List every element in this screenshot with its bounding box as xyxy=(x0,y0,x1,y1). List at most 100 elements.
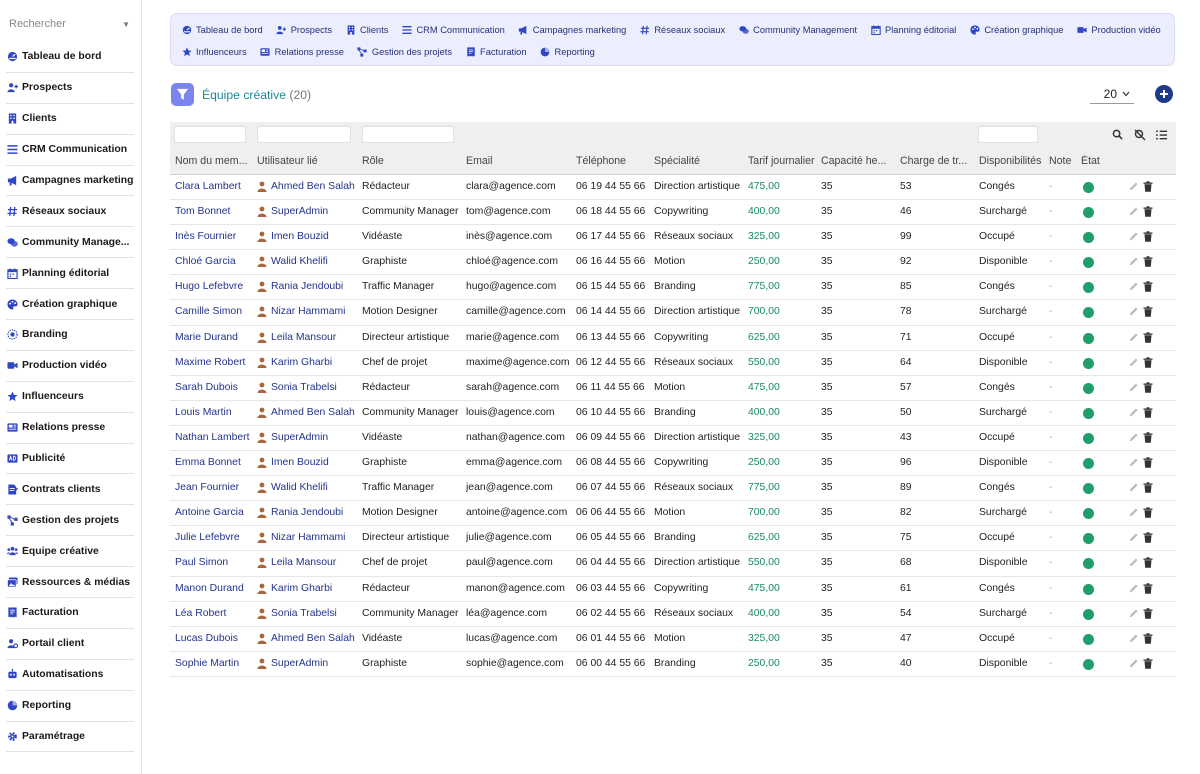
sidebar-item-21[interactable]: Reporting xyxy=(6,691,134,722)
sidebar-item-12[interactable]: Relations presse xyxy=(6,413,134,444)
list-view-icon[interactable] xyxy=(1155,128,1168,141)
sidebar-item-9[interactable]: Branding xyxy=(6,320,134,351)
edit-icon[interactable] xyxy=(1128,608,1139,619)
toolbar-link-row2-3[interactable]: Facturation xyxy=(465,47,527,58)
edit-icon[interactable] xyxy=(1128,532,1139,543)
delete-icon[interactable] xyxy=(1143,382,1154,393)
edit-icon[interactable] xyxy=(1128,332,1139,343)
column-header-daily-rate[interactable]: Tarif journalier xyxy=(748,155,818,167)
clear-search-icon[interactable] xyxy=(1133,128,1146,141)
cell-name[interactable]: Hugo Lefebvre xyxy=(175,281,250,292)
edit-icon[interactable] xyxy=(1128,407,1139,418)
toolbar-link-row1-6[interactable]: Community Management xyxy=(738,25,857,36)
cell-name[interactable]: Sarah Dubois xyxy=(175,382,250,393)
table-row[interactable]: Inès Fournier Imen Bouzid Vidéaste inès@age… xyxy=(170,225,1176,251)
column-header-email[interactable]: Email xyxy=(466,155,574,167)
table-row[interactable]: Chloé Garcia Walid Khelifi Graphiste chloé@… xyxy=(170,250,1176,276)
cell-user[interactable]: Sonia Trabelsi xyxy=(257,382,357,393)
delete-icon[interactable] xyxy=(1143,432,1154,443)
sidebar-item-3[interactable]: CRM Communication xyxy=(6,135,134,166)
column-header-user[interactable]: Utilisateur lié xyxy=(257,155,357,167)
edit-icon[interactable] xyxy=(1128,357,1139,368)
cell-name[interactable]: Camille Simon xyxy=(175,306,250,317)
toolbar-link-row1-5[interactable]: Réseaux sociaux xyxy=(639,25,725,36)
toolbar-link-row1-9[interactable]: Production vidéo xyxy=(1076,25,1161,36)
delete-icon[interactable] xyxy=(1143,331,1154,343)
sidebar-item-5[interactable]: Réseaux sociaux xyxy=(6,196,134,228)
delete-icon[interactable] xyxy=(1143,256,1154,267)
edit-icon[interactable] xyxy=(1128,633,1139,644)
edit-icon[interactable] xyxy=(1128,482,1139,493)
cell-name[interactable]: Clara Lambert xyxy=(175,181,250,192)
delete-icon[interactable] xyxy=(1143,231,1154,242)
sidebar-item-8[interactable]: Création graphique xyxy=(6,289,134,321)
edit-icon[interactable] xyxy=(1128,557,1139,568)
search-select[interactable]: Rechercher ▼ xyxy=(6,14,134,34)
toolbar-link-row1-0[interactable]: Tableau de bord xyxy=(181,25,263,36)
cell-name[interactable]: Antoine Garcia xyxy=(175,507,250,518)
add-button[interactable] xyxy=(1155,85,1173,103)
delete-icon[interactable] xyxy=(1143,482,1154,493)
column-header-state[interactable]: État xyxy=(1081,155,1107,167)
delete-icon[interactable] xyxy=(1143,607,1154,619)
cell-name[interactable]: Léa Robert xyxy=(175,608,250,619)
cell-user[interactable]: Karim Gharbi xyxy=(257,583,357,594)
cell-user[interactable]: Karim Gharbi xyxy=(257,357,357,368)
cell-name[interactable]: Sophie Martin xyxy=(175,658,250,669)
sidebar-item-7[interactable]: Planning éditorial xyxy=(6,258,134,290)
cell-name[interactable]: Julie Lefebvre xyxy=(175,532,250,543)
delete-icon[interactable] xyxy=(1143,557,1154,569)
filter-button[interactable] xyxy=(171,83,194,106)
cell-user[interactable]: Nizar Hammami xyxy=(257,532,357,544)
delete-icon[interactable] xyxy=(1143,507,1154,518)
toolbar-link-row1-8[interactable]: Création graphique xyxy=(969,25,1063,36)
column-header-note[interactable]: Note xyxy=(1049,155,1077,167)
table-row[interactable]: Sophie Martin SuperAdmin Graphiste sophie@a… xyxy=(170,652,1176,677)
cell-user[interactable]: SuperAdmin xyxy=(257,432,357,443)
edit-icon[interactable] xyxy=(1128,206,1139,217)
table-row[interactable]: Sarah Dubois Sonia Trabelsi Rédacteur sarah… xyxy=(170,376,1176,401)
sidebar-item-13[interactable]: Publicité xyxy=(6,444,134,475)
cell-name[interactable]: Inès Fournier xyxy=(175,231,250,242)
cell-name[interactable]: Tom Bonnet xyxy=(175,206,250,217)
edit-icon[interactable] xyxy=(1128,306,1139,317)
table-row[interactable]: Louis Martin Ahmed Ben Salah Community Man… xyxy=(170,401,1176,426)
delete-icon[interactable] xyxy=(1143,206,1154,217)
delete-icon[interactable] xyxy=(1143,281,1154,293)
sidebar-item-14[interactable]: Contrats clients xyxy=(6,474,134,506)
sidebar-item-20[interactable]: Automatisations xyxy=(6,660,134,691)
table-row[interactable]: Julie Lefebvre Nizar Hammami Directeur art… xyxy=(170,526,1176,552)
table-row[interactable]: Emma Bonnet Imen Bouzid Graphiste emma@agen… xyxy=(170,451,1176,477)
sidebar-item-11[interactable]: Influenceurs xyxy=(6,382,134,413)
page-size-select[interactable]: 20 xyxy=(1090,84,1134,104)
sidebar-item-0[interactable]: Tableau de bord xyxy=(6,42,134,73)
cell-user[interactable]: Ahmed Ben Salah xyxy=(257,181,357,192)
edit-icon[interactable] xyxy=(1128,432,1139,443)
delete-icon[interactable] xyxy=(1143,632,1154,644)
cell-user[interactable]: Imen Bouzid xyxy=(257,231,357,243)
edit-icon[interactable] xyxy=(1128,256,1139,267)
edit-icon[interactable] xyxy=(1128,181,1139,192)
table-row[interactable]: Léa Robert Sonia Trabelsi Community Manage… xyxy=(170,602,1176,627)
cell-user[interactable]: Rania Jendoubi xyxy=(257,507,357,519)
table-row[interactable]: Camille Simon Nizar Hammami Motion Designe… xyxy=(170,300,1176,326)
cell-name[interactable]: Lucas Dubois xyxy=(175,633,250,644)
edit-icon[interactable] xyxy=(1128,382,1139,393)
delete-icon[interactable] xyxy=(1143,407,1154,418)
table-row[interactable]: Maxime Robert Karim Gharbi Chef de projet m… xyxy=(170,351,1176,376)
toolbar-link-row1-2[interactable]: Clients xyxy=(345,25,388,36)
cell-name[interactable]: Marie Durand xyxy=(175,332,250,343)
delete-icon[interactable] xyxy=(1143,306,1154,318)
edit-icon[interactable] xyxy=(1128,583,1139,594)
column-header-specialty[interactable]: Spécialité xyxy=(654,155,746,167)
cell-name[interactable]: Jean Fournier xyxy=(175,482,250,493)
delete-icon[interactable] xyxy=(1143,532,1154,544)
sidebar-item-1[interactable]: Prospects xyxy=(6,73,134,104)
toolbar-link-row2-0[interactable]: Influenceurs xyxy=(181,47,247,58)
edit-icon[interactable] xyxy=(1128,281,1139,292)
toolbar-link-row1-3[interactable]: CRM Communication xyxy=(401,25,505,36)
toolbar-link-row1-4[interactable]: Campagnes marketing xyxy=(518,25,626,36)
cell-name[interactable]: Louis Martin xyxy=(175,407,250,418)
table-row[interactable]: Marie Durand Leila Mansour Directeur artis… xyxy=(170,326,1176,351)
sidebar-item-10[interactable]: Production vidéo xyxy=(6,351,134,382)
